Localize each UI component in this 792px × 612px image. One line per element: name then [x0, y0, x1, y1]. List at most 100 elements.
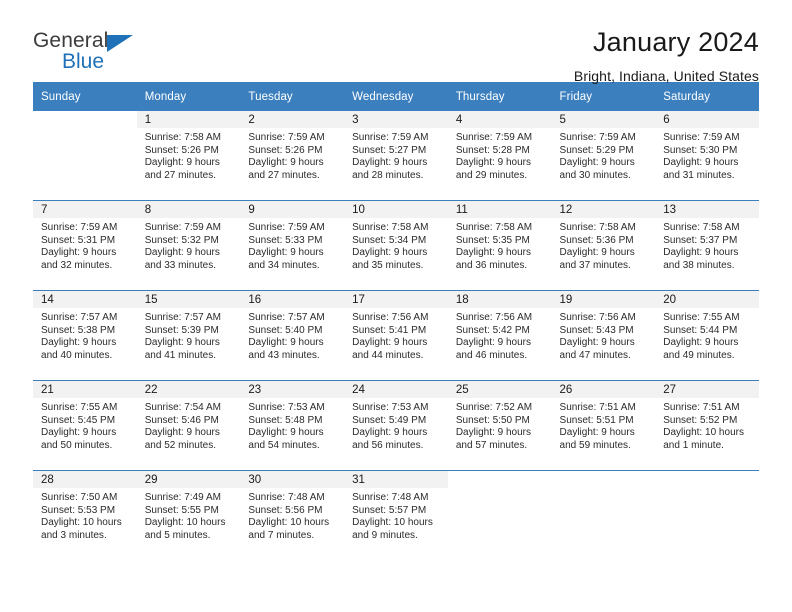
daylight-duration-line2: and 5 minutes.: [144, 529, 211, 541]
day-cell-content: 14 Sunrise: 7:57 AM Sunset: 5:38 PM Dayligh…: [33, 291, 137, 380]
calendar-day-cell[interactable]: 26 Sunrise: 7:51 AM Sunset: 5:51 PM Dayligh…: [551, 380, 656, 471]
day-details: Sunrise: 7:48 AM Sunset: 5:56 PM Daylight:…: [240, 488, 344, 542]
calendar-week-row: 1 Sunrise: 7:58 AM Sunset: 5:26 PM Daylight…: [33, 111, 759, 201]
sunrise-time: Sunrise: 7:55 AM: [663, 312, 740, 323]
calendar-day-cell[interactable]: 18 Sunrise: 7:56 AM Sunset: 5:42 PM Dayligh…: [447, 290, 552, 381]
calendar-day-cell[interactable]: 19 Sunrise: 7:56 AM Sunset: 5:43 PM Dayligh…: [551, 290, 656, 381]
sunrise-time: Sunrise: 7:54 AM: [144, 402, 222, 413]
sunrise-time: Sunrise: 7:59 AM: [248, 222, 325, 233]
day-details: Sunrise: 7:49 AM Sunset: 5:55 PM Daylight:…: [137, 488, 241, 542]
calendar-day-cell[interactable]: 5 Sunrise: 7:59 AM Sunset: 5:29 PM Daylight…: [551, 111, 656, 201]
daylight-duration-line1: Daylight: 9 hours: [352, 337, 428, 349]
calendar-day-cell[interactable]: 12 Sunrise: 7:58 AM Sunset: 5:36 PM Dayligh…: [551, 200, 656, 291]
calendar-day-cell[interactable]: 1 Sunrise: 7:58 AM Sunset: 5:26 PM Daylight…: [136, 111, 241, 201]
weekday-header: Sunday Monday Tuesday Wednesday Thursday…: [33, 82, 759, 111]
day-cell-content: 12 Sunrise: 7:58 AM Sunset: 5:36 PM Dayligh…: [551, 201, 656, 290]
calendar-day-cell[interactable]: 8 Sunrise: 7:59 AM Sunset: 5:32 PM Daylight…: [136, 200, 241, 291]
sunset-time: Sunset: 5:32 PM: [144, 234, 219, 246]
day-number: 23: [240, 381, 345, 398]
day-number: 3: [344, 111, 448, 128]
calendar-day-cell[interactable]: 2 Sunrise: 7:59 AM Sunset: 5:26 PM Daylight…: [240, 111, 345, 201]
calendar-day-cell[interactable]: 23 Sunrise: 7:53 AM Sunset: 5:48 PM Dayligh…: [240, 380, 345, 471]
sunrise-time: Sunrise: 7:48 AM: [248, 492, 325, 503]
calendar-day-cell[interactable]: 29 Sunrise: 7:49 AM Sunset: 5:55 PM Dayligh…: [136, 470, 241, 560]
calendar-day-cell[interactable]: 28 Sunrise: 7:50 AM Sunset: 5:53 PM Dayligh…: [33, 470, 137, 560]
sunset-time: Sunset: 5:39 PM: [144, 324, 219, 336]
calendar-day-cell[interactable]: 22 Sunrise: 7:54 AM Sunset: 5:46 PM Dayligh…: [136, 380, 241, 471]
day-details: Sunrise: 7:58 AM Sunset: 5:26 PM Daylight:…: [137, 128, 241, 182]
day-number: 13: [655, 201, 759, 218]
day-number: 10: [344, 201, 448, 218]
calendar-day-cell[interactable]: 15 Sunrise: 7:57 AM Sunset: 5:39 PM Dayligh…: [136, 290, 241, 381]
day-cell-content: 17 Sunrise: 7:56 AM Sunset: 5:41 PM Dayligh…: [344, 291, 448, 380]
calendar-day-cell: [447, 470, 552, 560]
day-number: 29: [136, 471, 241, 488]
day-number: [655, 471, 759, 488]
weekday-header-saturday: Saturday: [655, 82, 759, 111]
day-number: 17: [344, 291, 448, 308]
daylight-duration-line2: and 41 minutes.: [144, 349, 217, 361]
daylight-duration-line1: Daylight: 10 hours: [352, 517, 433, 529]
daylight-duration-line1: Daylight: 9 hours: [455, 247, 532, 259]
calendar-day-cell[interactable]: 31 Sunrise: 7:48 AM Sunset: 5:57 PM Dayligh…: [344, 470, 448, 560]
calendar-day-cell[interactable]: 11 Sunrise: 7:58 AM Sunset: 5:35 PM Dayligh…: [447, 200, 552, 291]
calendar-day-cell[interactable]: 4 Sunrise: 7:59 AM Sunset: 5:28 PM Daylight…: [447, 111, 552, 201]
daylight-duration-line2: and 37 minutes.: [559, 259, 631, 271]
day-number: 8: [136, 201, 241, 218]
daylight-duration-line1: Daylight: 9 hours: [559, 427, 635, 439]
calendar-day-cell[interactable]: 30 Sunrise: 7:48 AM Sunset: 5:56 PM Dayligh…: [240, 470, 345, 560]
calendar-day-cell[interactable]: 24 Sunrise: 7:53 AM Sunset: 5:49 PM Dayligh…: [344, 380, 448, 471]
calendar-day-cell[interactable]: 14 Sunrise: 7:57 AM Sunset: 5:38 PM Dayligh…: [33, 290, 137, 381]
calendar-day-cell[interactable]: 3 Sunrise: 7:59 AM Sunset: 5:27 PM Daylight…: [344, 111, 448, 201]
sunset-time: Sunset: 5:55 PM: [144, 504, 219, 516]
day-details: Sunrise: 7:51 AM Sunset: 5:51 PM Daylight:…: [552, 398, 656, 452]
calendar-day-cell[interactable]: 27 Sunrise: 7:51 AM Sunset: 5:52 PM Dayligh…: [655, 380, 759, 471]
daylight-duration-line1: Daylight: 9 hours: [41, 247, 117, 259]
sunrise-time: Sunrise: 7:53 AM: [248, 402, 325, 413]
calendar-day-cell[interactable]: 9 Sunrise: 7:59 AM Sunset: 5:33 PM Daylight…: [240, 200, 345, 291]
calendar-day-cell[interactable]: 10 Sunrise: 7:58 AM Sunset: 5:34 PM Dayligh…: [344, 200, 448, 291]
calendar-day-cell[interactable]: 6 Sunrise: 7:59 AM Sunset: 5:30 PM Daylight…: [655, 111, 759, 201]
weekday-header-wednesday: Wednesday: [344, 82, 448, 111]
daylight-duration-line1: Daylight: 9 hours: [248, 247, 324, 259]
daylight-duration-line1: Daylight: 9 hours: [352, 247, 428, 259]
daylight-duration-line2: and 50 minutes.: [41, 439, 113, 451]
calendar-day-cell[interactable]: 13 Sunrise: 7:58 AM Sunset: 5:37 PM Dayligh…: [655, 200, 759, 291]
sunset-time: Sunset: 5:50 PM: [455, 414, 530, 426]
calendar-day-cell[interactable]: 16 Sunrise: 7:57 AM Sunset: 5:40 PM Dayligh…: [240, 290, 345, 381]
day-number: 28: [33, 471, 137, 488]
daylight-duration-line2: and 29 minutes.: [455, 169, 528, 181]
day-cell-content: 27 Sunrise: 7:51 AM Sunset: 5:52 PM Dayligh…: [655, 381, 759, 470]
daylight-duration-line2: and 47 minutes.: [559, 349, 631, 361]
daylight-duration-line1: Daylight: 9 hours: [559, 157, 635, 169]
calendar-day-cell[interactable]: 17 Sunrise: 7:56 AM Sunset: 5:41 PM Dayligh…: [344, 290, 448, 381]
triangle-icon: [107, 35, 134, 52]
day-number: 20: [655, 291, 759, 308]
day-details: Sunrise: 7:59 AM Sunset: 5:26 PM Daylight:…: [240, 128, 344, 182]
sunset-time: Sunset: 5:42 PM: [455, 324, 530, 336]
daylight-duration-line2: and 35 minutes.: [352, 259, 424, 271]
daylight-duration-line1: Daylight: 10 hours: [144, 517, 226, 529]
daylight-duration-line2: and 3 minutes.: [41, 529, 107, 541]
calendar-week-row: 21 Sunrise: 7:55 AM Sunset: 5:45 PM Dayligh…: [33, 380, 759, 471]
calendar-page: General Blue January 2024 Bright, Indian…: [0, 0, 792, 612]
calendar-day-cell[interactable]: 7 Sunrise: 7:59 AM Sunset: 5:31 PM Daylight…: [33, 200, 137, 291]
calendar-day-cell[interactable]: 21 Sunrise: 7:55 AM Sunset: 5:45 PM Dayligh…: [33, 380, 137, 471]
sunrise-time: Sunrise: 7:55 AM: [41, 402, 118, 413]
sunrise-time: Sunrise: 7:57 AM: [41, 312, 118, 323]
day-details: Sunrise: 7:55 AM Sunset: 5:45 PM Daylight:…: [33, 398, 137, 452]
calendar-day-cell[interactable]: 20 Sunrise: 7:55 AM Sunset: 5:44 PM Dayligh…: [655, 290, 759, 381]
sunrise-time: Sunrise: 7:52 AM: [455, 402, 533, 413]
sunrise-time: Sunrise: 7:59 AM: [352, 132, 429, 143]
sunrise-time: Sunrise: 7:56 AM: [455, 312, 533, 323]
day-cell-content: 30 Sunrise: 7:48 AM Sunset: 5:56 PM Dayligh…: [240, 471, 345, 560]
day-number: 30: [240, 471, 345, 488]
sunrise-time: Sunrise: 7:56 AM: [352, 312, 429, 323]
sunset-time: Sunset: 5:45 PM: [41, 414, 116, 426]
brand-logo[interactable]: General Blue: [33, 26, 203, 72]
calendar-day-cell[interactable]: 25 Sunrise: 7:52 AM Sunset: 5:50 PM Dayligh…: [447, 380, 552, 471]
day-cell-content: 5 Sunrise: 7:59 AM Sunset: 5:29 PM Daylight…: [551, 111, 656, 200]
day-details: Sunrise: 7:53 AM Sunset: 5:48 PM Daylight:…: [240, 398, 344, 452]
sunrise-time: Sunrise: 7:51 AM: [559, 402, 636, 413]
day-number: 22: [136, 381, 241, 398]
